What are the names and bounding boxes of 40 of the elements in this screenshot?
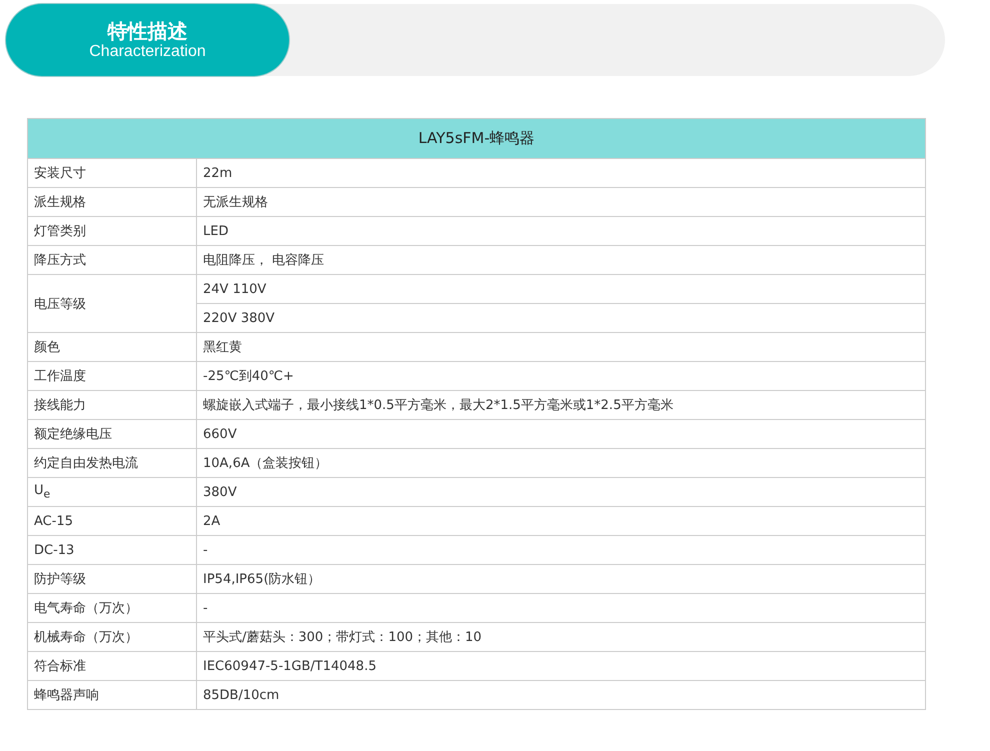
spec-label: 电气寿命（万次） (34, 601, 138, 616)
spec-label: 机械寿命（万次） (34, 630, 138, 645)
spec-label: 约定自由发热电流 (34, 456, 138, 471)
spec-label: 额定绝缘电压 (34, 427, 112, 442)
spec-value: 10A,6A（盒装按钮） (203, 456, 328, 471)
spec-value: LED (203, 224, 228, 238)
spec-value: 85DB/10cm (203, 688, 280, 702)
spec-value: 平头式/蘑菇头：300；带灯式：100；其他：10 (203, 630, 482, 645)
spec-label: 降压方式 (34, 253, 86, 268)
spec-label: 安装尺寸 (34, 166, 86, 181)
spec-label: 防护等级 (34, 572, 86, 587)
spec-value: 无派生规格 (203, 195, 268, 210)
spec-value: 螺旋嵌入式端子，最小接线1*0.5平方毫米，最大2*1.5平方毫米或1*2.5平方毫米 (203, 398, 674, 413)
spec-label: 灯管类别 (34, 224, 86, 239)
spec-label: 颜色 (34, 340, 60, 355)
spec-label: 接线能力 (34, 398, 86, 413)
spec-value: -25℃到40℃+ (203, 369, 294, 384)
spec-label: 派生规格 (34, 195, 86, 210)
spec-value: 黑红黄 (203, 340, 242, 355)
section-title: 特性描述 (108, 19, 188, 43)
spec-label: 蜂鸣器声响 (34, 688, 99, 703)
spec-value: 24V 110V (203, 282, 266, 296)
spec-value: - (203, 600, 208, 616)
spec-value: 380V (203, 484, 237, 500)
spec-label: 符合标准 (34, 659, 86, 674)
spec-value: IP54,IP65(防水钮） (203, 572, 321, 587)
spec-value: 2A (203, 514, 220, 528)
spec-label: U$_{e}$ (34, 483, 50, 498)
spec-value: IEC60947-5-1GB/T14048.5 (203, 658, 376, 674)
spec-value: 220V 380V (203, 310, 275, 326)
spec-label: AC-15 (34, 514, 73, 528)
spec-value: 22m (203, 166, 232, 180)
spec-value: 电阻降压， 电容降压 (203, 253, 324, 268)
table-title: LAY5sFM-蜂鸣器 (28, 118, 926, 158)
spec-value: - (203, 542, 208, 558)
section-subtitle: Characterization (89, 43, 206, 61)
spec-value: 660V (203, 426, 237, 442)
spec-label: DC-13 (34, 542, 74, 558)
spec-label: 工作温度 (34, 369, 86, 384)
spec-label: 电压等级 (34, 296, 86, 312)
